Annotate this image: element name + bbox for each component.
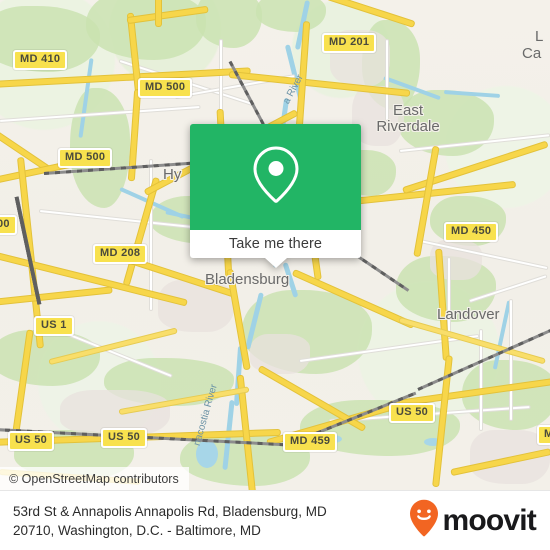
shield-md-450[interactable]: MD 450 [444, 222, 499, 242]
minor-road [448, 258, 450, 338]
place-label-partial-ca: Ca [522, 45, 542, 62]
osm-attribution[interactable]: © OpenStreetMap contributors [0, 467, 189, 490]
map-screenshot: a River nacostia River Hy Bladensburg Ea… [0, 0, 550, 550]
shield-us-50-left[interactable]: US 50 [8, 431, 55, 451]
shield-partial-right[interactable]: M [537, 425, 550, 445]
map-canvas[interactable]: a River nacostia River Hy Bladensburg Ea… [0, 0, 550, 490]
moovit-logo[interactable]: moovit [409, 499, 537, 542]
minor-road [510, 300, 512, 420]
shield-partial-left[interactable]: 00 [0, 215, 17, 235]
popup-pointer-tail [264, 258, 287, 268]
place-label-partial-l: L [535, 28, 544, 45]
place-label-east-riverdale: East Riverdale [365, 103, 451, 135]
motorway [156, 0, 161, 26]
shield-us-1[interactable]: US 1 [34, 316, 74, 336]
shield-md-500-left[interactable]: MD 500 [58, 148, 113, 168]
minor-road [220, 40, 222, 110]
place-label-line1: East Riverdale [376, 102, 440, 135]
place-label-bladensburg: Bladensburg [205, 271, 290, 288]
park-area [0, 330, 100, 386]
take-me-there-button[interactable]: Take me there [229, 236, 322, 252]
moovit-wordmark: moovit [442, 503, 536, 537]
shield-us-50-mid[interactable]: US 50 [101, 428, 148, 448]
shield-md-201[interactable]: MD 201 [322, 33, 377, 53]
address-line-1: 53rd St & Annapolis Annapolis Rd, Bladen… [13, 503, 327, 519]
shield-us-50-right[interactable]: US 50 [389, 403, 436, 423]
address-line-2: 20710, Washington, D.C. - Baltimore, MD [13, 522, 261, 538]
shield-md-410[interactable]: MD 410 [13, 50, 68, 70]
shield-md-500-top[interactable]: MD 500 [138, 78, 193, 98]
location-popup-card[interactable]: Take me there [190, 124, 361, 268]
place-label-landover: Landover [437, 306, 500, 323]
shield-md-208[interactable]: MD 208 [93, 244, 148, 264]
popup-action-bar[interactable]: Take me there [190, 230, 361, 258]
address-caption: 53rd St & Annapolis Annapolis Rd, Bladen… [13, 502, 327, 540]
place-label-hyattsville: Hy [163, 166, 182, 183]
popup-header [190, 124, 361, 230]
location-pin-icon [251, 144, 301, 211]
shield-md-459[interactable]: MD 459 [283, 432, 338, 452]
moovit-smiley-pin-icon [409, 499, 439, 542]
footer-bar: 53rd St & Annapolis Annapolis Rd, Bladen… [0, 490, 550, 550]
